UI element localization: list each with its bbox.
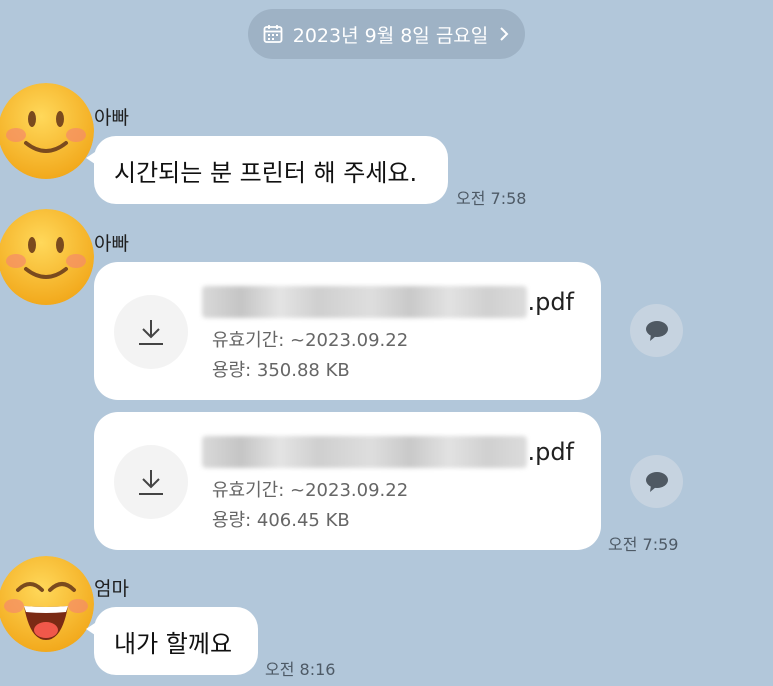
file-name-redacted: [202, 436, 527, 468]
sender-name: 아빠: [94, 107, 129, 129]
date-header-button[interactable]: 2023년 9월 8일 금요일: [248, 9, 525, 59]
message-bubble[interactable]: 시간되는 분 프린터 해 주세요.: [86, 136, 448, 204]
avatar-smiling-emoji[interactable]: [0, 83, 94, 179]
message-time: 오전 7:59: [608, 535, 679, 554]
file-size: 용량: 350.88 KB: [212, 360, 350, 381]
message-time: 오전 8:16: [265, 660, 336, 679]
file-name-redacted: [202, 286, 527, 318]
file-extension: .pdf: [527, 438, 574, 466]
share-bubble-icon: [645, 471, 668, 492]
message-text: 내가 할께요: [114, 629, 233, 658]
date-label: 2023년 9월 8일 금요일: [292, 24, 489, 47]
file-attachment-card[interactable]: .pdf 유효기간: ~2023.09.22 용량: 350.88 KB: [94, 262, 601, 400]
chevron-right-icon: [500, 27, 509, 41]
download-icon: [139, 320, 163, 345]
message-text: 시간되는 분 프린터 해 주세요.: [114, 158, 418, 187]
share-button[interactable]: [630, 455, 683, 508]
download-button[interactable]: [114, 295, 188, 369]
file-name: .pdf: [202, 284, 574, 320]
calendar-icon: [263, 25, 283, 43]
avatar-laughing-emoji[interactable]: [0, 556, 94, 652]
share-button[interactable]: [630, 304, 683, 357]
file-name: .pdf: [202, 434, 574, 470]
file-extension: .pdf: [527, 288, 574, 316]
message-time: 오전 7:58: [456, 189, 527, 208]
chat-room: 2023년 9월 8일 금요일 아빠 시간되는 분 프린터 해 주세요. 오전 …: [0, 0, 773, 686]
file-size: 용량: 406.45 KB: [212, 510, 350, 531]
share-bubble-icon: [645, 320, 668, 341]
download-button[interactable]: [114, 445, 188, 519]
message-bubble[interactable]: 내가 할께요: [86, 607, 258, 675]
file-attachment-card[interactable]: .pdf 유효기간: ~2023.09.22 용량: 406.45 KB: [94, 412, 601, 550]
download-icon: [139, 470, 163, 495]
sender-name: 아빠: [94, 233, 129, 255]
file-expiry: 유효기간: ~2023.09.22: [212, 330, 409, 351]
avatar-smiling-emoji[interactable]: [0, 209, 94, 305]
sender-name: 엄마: [94, 578, 129, 600]
file-expiry: 유효기간: ~2023.09.22: [212, 480, 409, 501]
